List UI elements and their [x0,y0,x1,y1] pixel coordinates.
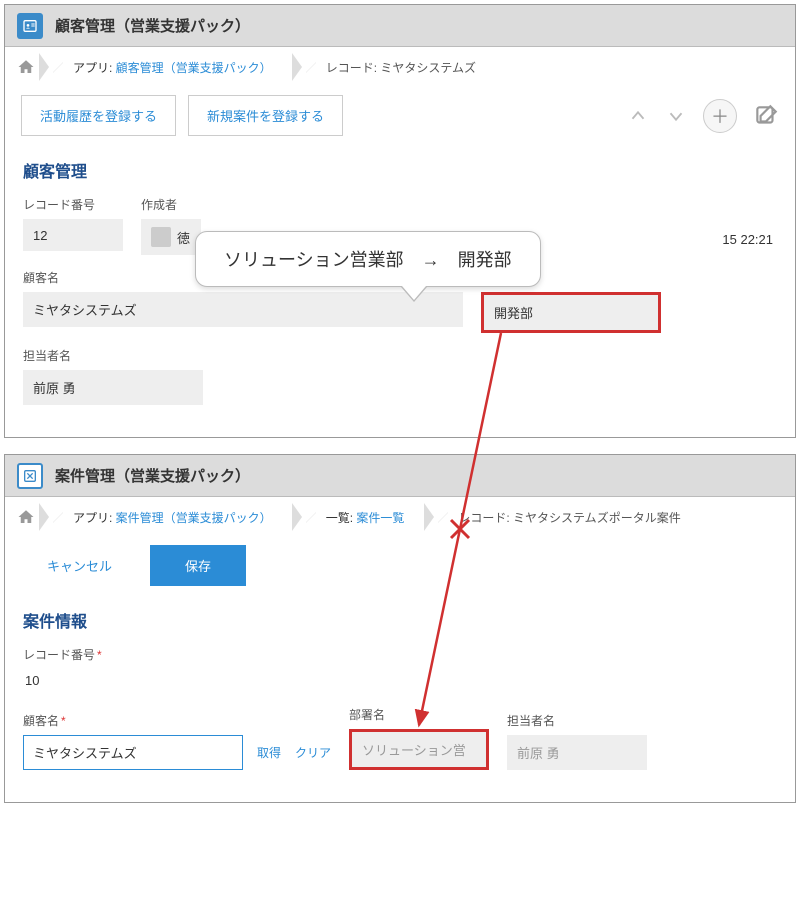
breadcrumb-app[interactable]: アプリ: 顧客管理（営業支援パック） [53,53,288,82]
section-title: 案件情報 [5,594,795,642]
field-dept: 部署名 ソリューション営 [349,706,489,770]
annotation-tooltip: ソリューション営業部 → 開発部 [195,231,541,287]
panel-case-mgmt: 案件管理（営業支援パック） アプリ: 案件管理（営業支援パック） 一覧: 案件一… [4,454,796,803]
dept-value: ソリューション営 [349,729,489,770]
app-icon [17,13,43,39]
field-updated: 15 22:21 [718,196,777,255]
section-title: 顧客管理 [5,144,795,192]
panel-customer-mgmt: 顧客管理（営業支援パック） アプリ: 顧客管理（営業支援パック） レコード: ミ… [4,4,796,438]
breadcrumb-record: レコード: ミヤタシステムズポータル案件 [438,503,696,532]
breadcrumb-list[interactable]: 一覧: 案件一覧 [306,503,421,532]
home-icon[interactable] [17,58,35,76]
panel-header: 顧客管理（営業支援パック） [5,5,795,47]
contact-value: 前原 勇 [507,735,647,770]
save-button[interactable]: 保存 [150,545,246,586]
breadcrumb-app[interactable]: アプリ: 案件管理（営業支援パック） [53,503,288,532]
breadcrumb: アプリ: 顧客管理（営業支援パック） レコード: ミヤタシステムズ [5,47,795,87]
next-record-icon[interactable] [665,105,687,127]
contact-value: 前原 勇 [23,370,203,405]
panel-title: 案件管理（営業支援パック） [55,465,250,486]
register-case-button[interactable]: 新規案件を登録する [188,95,343,136]
add-button[interactable]: ＋ [703,99,737,133]
field-contact: 担当者名 前原 勇 [23,347,203,405]
creator-value: 徳 [141,219,201,255]
prev-record-icon[interactable] [627,105,649,127]
customer-input[interactable]: ミヤタシステムズ [23,735,243,770]
form: レコード番号* 10 顧客名* ミヤタシステムズ 取得 クリア 部署名 ソリュー… [5,642,795,802]
cancel-button[interactable]: キャンセル [21,546,138,585]
breadcrumb: アプリ: 案件管理（営業支援パック） 一覧: 案件一覧 レコード: ミヤタシステ… [5,497,795,537]
avatar-icon [151,227,171,247]
panel-header: 案件管理（営業支援パック） [5,455,795,497]
toolbar: 活動履歴を登録する 新規案件を登録する ＋ [5,87,795,144]
app-icon [17,463,43,489]
field-record-no: レコード番号* 10 [23,646,102,692]
clear-action[interactable]: クリア [295,744,331,761]
get-action[interactable]: 取得 [257,744,281,761]
breadcrumb-record: レコード: ミヤタシステムズ [306,53,492,82]
form: レコード番号 12 作成者 徳 15 22:21 顧客名 ミヤタシステムズ 部署… [5,192,795,437]
toolbar: キャンセル 保存 [5,537,795,594]
updated-value: 15 22:21 [718,224,777,255]
register-activity-button[interactable]: 活動履歴を登録する [21,95,176,136]
panel-title: 顧客管理（営業支援パック） [55,15,250,36]
home-icon[interactable] [17,508,35,526]
field-contact: 担当者名 前原 勇 [507,712,647,770]
dept-value: 開発部 [481,292,661,333]
field-record-no: レコード番号 12 [23,196,123,255]
record-no-value: 12 [23,219,123,251]
customer-value: ミヤタシステムズ [23,292,463,327]
record-no-value: 10 [23,669,102,692]
edit-icon[interactable] [753,103,779,129]
field-creator: 作成者 徳 [141,196,201,255]
field-customer: 顧客名* ミヤタシステムズ 取得 クリア [23,712,331,770]
